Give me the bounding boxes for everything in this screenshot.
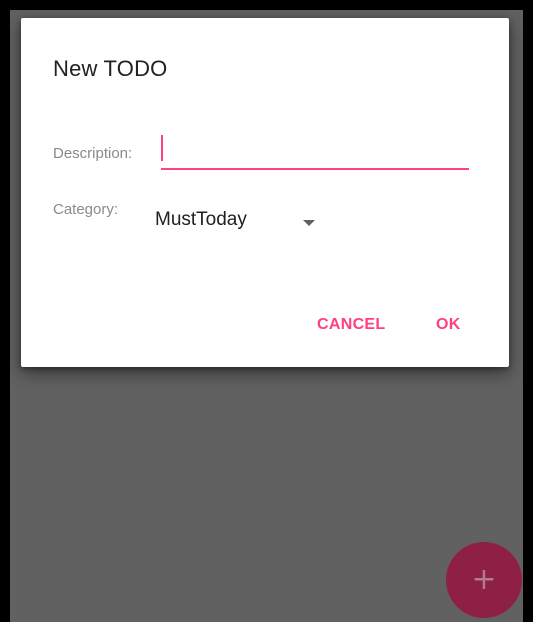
new-todo-dialog: New TODO Description: Category: MustToda… [21, 18, 509, 367]
bottom-edge [0, 622, 533, 627]
ok-button[interactable]: OK [436, 316, 461, 334]
app-screen: New TODO Description: Category: MustToda… [10, 10, 523, 622]
description-input[interactable] [161, 130, 469, 170]
category-label: Category: [53, 201, 119, 218]
plus-icon: + [471, 562, 497, 597]
description-label: Description: [53, 145, 133, 162]
cancel-button[interactable]: CANCEL [317, 316, 385, 334]
category-selected-value: MustToday [155, 209, 247, 230]
add-todo-fab[interactable]: + [446, 542, 522, 618]
text-cursor [161, 135, 163, 161]
category-select[interactable]: MustToday [155, 203, 325, 237]
dropdown-arrow-icon [303, 220, 315, 226]
dialog-title: New TODO [53, 56, 168, 81]
